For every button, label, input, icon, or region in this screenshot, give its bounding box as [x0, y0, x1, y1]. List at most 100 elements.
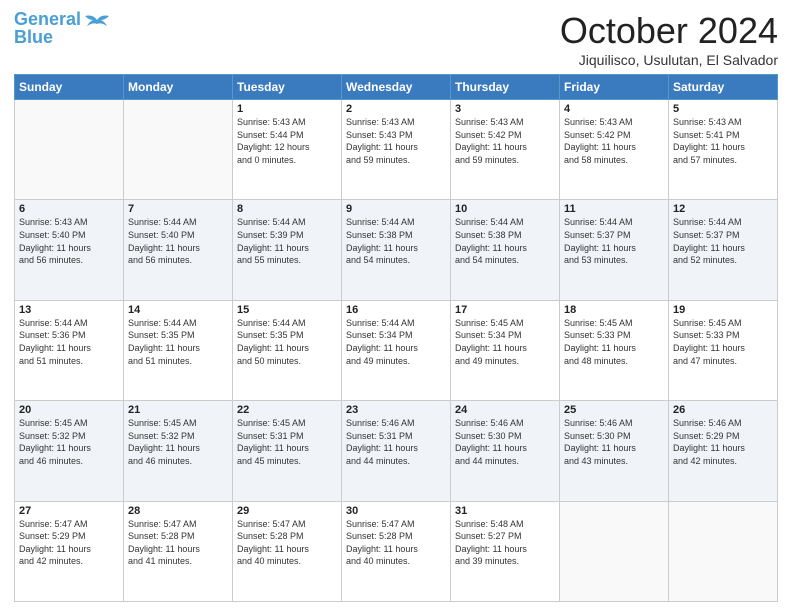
day-info: Sunrise: 5:43 AM Sunset: 5:40 PM Dayligh… — [19, 216, 119, 266]
day-info: Sunrise: 5:43 AM Sunset: 5:42 PM Dayligh… — [455, 116, 555, 166]
day-info: Sunrise: 5:44 AM Sunset: 5:39 PM Dayligh… — [237, 216, 337, 266]
calendar-week-row: 27Sunrise: 5:47 AM Sunset: 5:29 PM Dayli… — [15, 501, 778, 601]
calendar-cell: 26Sunrise: 5:46 AM Sunset: 5:29 PM Dayli… — [669, 401, 778, 501]
calendar-cell: 18Sunrise: 5:45 AM Sunset: 5:33 PM Dayli… — [560, 300, 669, 400]
col-header-thursday: Thursday — [451, 75, 560, 100]
logo-general: General — [14, 9, 81, 29]
day-number: 1 — [237, 103, 337, 115]
day-info: Sunrise: 5:47 AM Sunset: 5:28 PM Dayligh… — [128, 518, 228, 568]
day-number: 4 — [564, 103, 664, 115]
day-info: Sunrise: 5:44 AM Sunset: 5:37 PM Dayligh… — [673, 216, 773, 266]
day-number: 14 — [128, 304, 228, 316]
day-number: 24 — [455, 404, 555, 416]
calendar-header-row: SundayMondayTuesdayWednesdayThursdayFrid… — [15, 75, 778, 100]
title-block: October 2024 Jiquilisco, Usulutan, El Sa… — [560, 10, 778, 68]
calendar-cell — [669, 501, 778, 601]
calendar-cell: 12Sunrise: 5:44 AM Sunset: 5:37 PM Dayli… — [669, 200, 778, 300]
calendar-cell: 1Sunrise: 5:43 AM Sunset: 5:44 PM Daylig… — [233, 100, 342, 200]
logo-bird-icon — [83, 12, 111, 34]
calendar-cell: 19Sunrise: 5:45 AM Sunset: 5:33 PM Dayli… — [669, 300, 778, 400]
day-info: Sunrise: 5:47 AM Sunset: 5:29 PM Dayligh… — [19, 518, 119, 568]
calendar-week-row: 1Sunrise: 5:43 AM Sunset: 5:44 PM Daylig… — [15, 100, 778, 200]
calendar-cell: 6Sunrise: 5:43 AM Sunset: 5:40 PM Daylig… — [15, 200, 124, 300]
logo: General Blue — [14, 10, 111, 46]
calendar-cell: 8Sunrise: 5:44 AM Sunset: 5:39 PM Daylig… — [233, 200, 342, 300]
month-title: October 2024 — [560, 10, 778, 52]
calendar-cell: 21Sunrise: 5:45 AM Sunset: 5:32 PM Dayli… — [124, 401, 233, 501]
day-info: Sunrise: 5:45 AM Sunset: 5:34 PM Dayligh… — [455, 317, 555, 367]
day-number: 28 — [128, 505, 228, 517]
day-number: 6 — [19, 203, 119, 215]
day-info: Sunrise: 5:43 AM Sunset: 5:41 PM Dayligh… — [673, 116, 773, 166]
calendar-cell: 30Sunrise: 5:47 AM Sunset: 5:28 PM Dayli… — [342, 501, 451, 601]
calendar-cell: 7Sunrise: 5:44 AM Sunset: 5:40 PM Daylig… — [124, 200, 233, 300]
day-info: Sunrise: 5:44 AM Sunset: 5:34 PM Dayligh… — [346, 317, 446, 367]
day-number: 13 — [19, 304, 119, 316]
calendar-cell: 22Sunrise: 5:45 AM Sunset: 5:31 PM Dayli… — [233, 401, 342, 501]
calendar-week-row: 20 Sunrise: 5:45 AM Sunset: 5:32 PM Dayli… — [15, 401, 778, 501]
calendar-cell: 31Sunrise: 5:48 AM Sunset: 5:27 PM Dayli… — [451, 501, 560, 601]
calendar-cell: 15Sunrise: 5:44 AM Sunset: 5:35 PM Dayli… — [233, 300, 342, 400]
col-header-sunday: Sunday — [15, 75, 124, 100]
day-info: Sunrise: 5:45 AM Sunset: 5:32 PM Dayligh… — [128, 417, 228, 467]
day-number: 22 — [237, 404, 337, 416]
col-header-tuesday: Tuesday — [233, 75, 342, 100]
day-info: Sunrise: 5:44 AM Sunset: 5:35 PM Dayligh… — [128, 317, 228, 367]
col-header-saturday: Saturday — [669, 75, 778, 100]
logo-text: General Blue — [14, 10, 81, 46]
day-number: 25 — [564, 404, 664, 416]
day-number: 7 — [128, 203, 228, 215]
calendar-cell: 16Sunrise: 5:44 AM Sunset: 5:34 PM Dayli… — [342, 300, 451, 400]
day-number: 23 — [346, 404, 446, 416]
day-info: Sunrise: 5:44 AM Sunset: 5:38 PM Dayligh… — [455, 216, 555, 266]
day-info: Sunrise: 5:43 AM Sunset: 5:44 PM Dayligh… — [237, 116, 337, 166]
day-info: Sunrise: 5:47 AM Sunset: 5:28 PM Dayligh… — [346, 518, 446, 568]
day-info: Sunrise: 5:43 AM Sunset: 5:43 PM Dayligh… — [346, 116, 446, 166]
calendar-cell: 17Sunrise: 5:45 AM Sunset: 5:34 PM Dayli… — [451, 300, 560, 400]
calendar-cell: 20Sunrise: 5:45 AM Sunset: 5:32 PM Dayli… — [15, 401, 124, 501]
col-header-monday: Monday — [124, 75, 233, 100]
day-info: Sunrise: 5:44 AM Sunset: 5:37 PM Dayligh… — [564, 216, 664, 266]
calendar-week-row: 13Sunrise: 5:44 AM Sunset: 5:36 PM Dayli… — [15, 300, 778, 400]
calendar-cell: 24Sunrise: 5:46 AM Sunset: 5:30 PM Dayli… — [451, 401, 560, 501]
calendar-cell: 23Sunrise: 5:46 AM Sunset: 5:31 PM Dayli… — [342, 401, 451, 501]
day-number: 15 — [237, 304, 337, 316]
col-header-wednesday: Wednesday — [342, 75, 451, 100]
day-info: Sunrise: 5:43 AM Sunset: 5:42 PM Dayligh… — [564, 116, 664, 166]
day-info: Sunrise: 5:44 AM Sunset: 5:36 PM Dayligh… — [19, 317, 119, 367]
day-info: Sunrise: 5:46 AM Sunset: 5:30 PM Dayligh… — [564, 417, 664, 467]
day-info: Sunrise: 5:46 AM Sunset: 5:31 PM Dayligh… — [346, 417, 446, 467]
day-info: Sunrise: 5:46 AM Sunset: 5:29 PM Dayligh… — [673, 417, 773, 467]
day-info: Sunrise: 5:44 AM Sunset: 5:38 PM Dayligh… — [346, 216, 446, 266]
calendar-cell: 14Sunrise: 5:44 AM Sunset: 5:35 PM Dayli… — [124, 300, 233, 400]
day-number: 2 — [346, 103, 446, 115]
calendar-cell: 10Sunrise: 5:44 AM Sunset: 5:38 PM Dayli… — [451, 200, 560, 300]
day-number: 9 — [346, 203, 446, 215]
calendar-cell: 25Sunrise: 5:46 AM Sunset: 5:30 PM Dayli… — [560, 401, 669, 501]
calendar-cell: 5Sunrise: 5:43 AM Sunset: 5:41 PM Daylig… — [669, 100, 778, 200]
day-number: 31 — [455, 505, 555, 517]
day-number: 17 — [455, 304, 555, 316]
calendar-cell — [560, 501, 669, 601]
day-number: 29 — [237, 505, 337, 517]
day-info: Sunrise: 5:44 AM Sunset: 5:40 PM Dayligh… — [128, 216, 228, 266]
day-number: 26 — [673, 404, 773, 416]
calendar-cell: 3Sunrise: 5:43 AM Sunset: 5:42 PM Daylig… — [451, 100, 560, 200]
calendar-week-row: 6Sunrise: 5:43 AM Sunset: 5:40 PM Daylig… — [15, 200, 778, 300]
day-number: 21 — [128, 404, 228, 416]
day-info: Sunrise: 5:46 AM Sunset: 5:30 PM Dayligh… — [455, 417, 555, 467]
logo-blue: Blue — [14, 27, 53, 47]
col-header-friday: Friday — [560, 75, 669, 100]
calendar-cell: 11Sunrise: 5:44 AM Sunset: 5:37 PM Dayli… — [560, 200, 669, 300]
location: Jiquilisco, Usulutan, El Salvador — [560, 52, 778, 68]
day-number: 11 — [564, 203, 664, 215]
calendar-cell — [124, 100, 233, 200]
day-number: 18 — [564, 304, 664, 316]
day-number: 20 — [19, 404, 119, 416]
calendar-cell: 9Sunrise: 5:44 AM Sunset: 5:38 PM Daylig… — [342, 200, 451, 300]
day-number: 16 — [346, 304, 446, 316]
calendar-table: SundayMondayTuesdayWednesdayThursdayFrid… — [14, 74, 778, 602]
day-info: Sunrise: 5:47 AM Sunset: 5:28 PM Dayligh… — [237, 518, 337, 568]
day-info: Sunrise: 5:45 AM Sunset: 5:33 PM Dayligh… — [564, 317, 664, 367]
calendar-cell: 27Sunrise: 5:47 AM Sunset: 5:29 PM Dayli… — [15, 501, 124, 601]
